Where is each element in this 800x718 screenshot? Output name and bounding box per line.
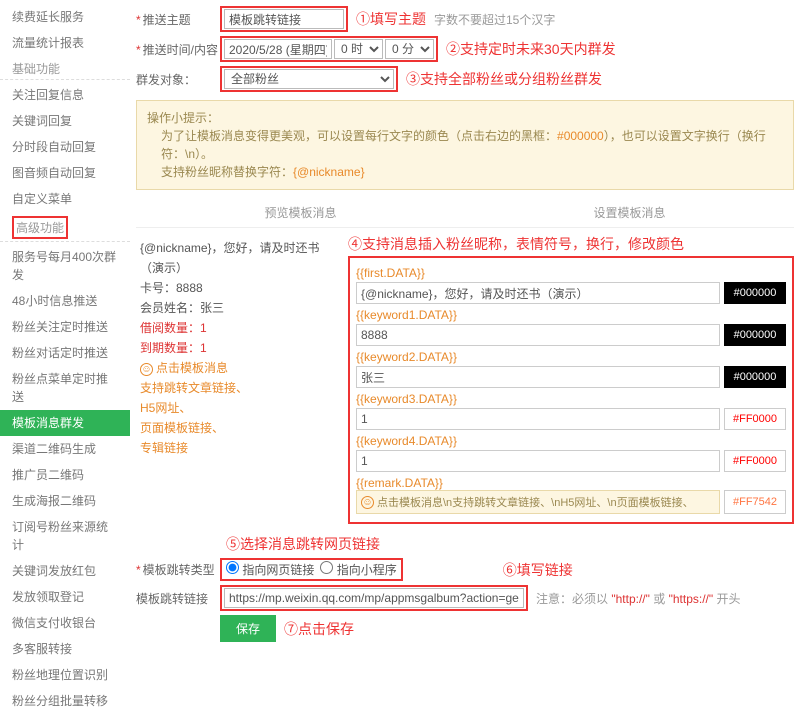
- field-value-input[interactable]: [356, 366, 720, 388]
- subject-hint: 字数不要超过15个汉字: [434, 11, 555, 28]
- jump-url-label: 模板跳转链接: [136, 590, 220, 607]
- jump-url-input[interactable]: [224, 588, 524, 608]
- save-button[interactable]: 保存: [220, 615, 276, 642]
- hour-select[interactable]: 0 时: [334, 39, 383, 59]
- annotation-6: ⑥填写链接: [503, 560, 573, 580]
- fields-panel: {{first.DATA}} {{keyword1.DATA}} {{keyword…: [348, 256, 794, 524]
- preview-link[interactable]: 专辑链接: [140, 438, 332, 458]
- sidebar-item[interactable]: 微信支付收银台: [0, 610, 130, 636]
- field-value-input[interactable]: [356, 408, 720, 430]
- preview-line: 会员姓名：张三: [140, 298, 332, 318]
- subject-input[interactable]: [224, 9, 344, 29]
- subject-label: *推送主题: [136, 11, 220, 28]
- preview-line: {@nickname}，您好，请及时还书（演示）: [140, 238, 332, 278]
- color-input[interactable]: [724, 408, 786, 430]
- sidebar-item[interactable]: 粉丝对话定时推送: [0, 340, 130, 366]
- field-name: {{keyword1.DATA}}: [356, 308, 786, 322]
- annotation-7: ⑦点击保存: [284, 619, 354, 639]
- field-value-input[interactable]: [356, 282, 720, 304]
- radio-webpage[interactable]: 指向网页链接: [226, 561, 314, 578]
- color-input[interactable]: [724, 490, 786, 514]
- sidebar-item[interactable]: 服务号每月400次群发: [0, 244, 130, 288]
- sidebar-item[interactable]: 多客服转接: [0, 636, 130, 662]
- color-input[interactable]: [724, 324, 786, 346]
- sidebar-item[interactable]: 粉丝点菜单定时推送: [0, 366, 130, 410]
- annotation-2: ②支持定时未来30天内群发: [446, 39, 616, 59]
- target-select[interactable]: 全部粉丝: [224, 69, 394, 89]
- field-value-input[interactable]: [356, 324, 720, 346]
- sidebar-item[interactable]: 自定义菜单: [0, 186, 130, 212]
- annotation-3: ③支持全部粉丝或分组粉丝群发: [406, 69, 602, 89]
- field-name: {{remark.DATA}}: [356, 476, 786, 490]
- sidebar-item[interactable]: 渠道二维码生成: [0, 436, 130, 462]
- sidebar-item[interactable]: 粉丝分组批量转移: [0, 688, 130, 714]
- tips-title: 操作小提示：: [147, 109, 783, 127]
- sidebar-item[interactable]: 图音频自动回复: [0, 160, 130, 186]
- sidebar-item[interactable]: 粉丝地理位置识别: [0, 662, 130, 688]
- boxed-title: 高级功能: [12, 216, 68, 239]
- annotation-4: ④支持消息插入粉丝昵称，表情符号，换行，修改颜色: [348, 234, 794, 254]
- sidebar-item[interactable]: 流量统计报表: [0, 30, 130, 56]
- tab-settings[interactable]: 设置模板消息: [465, 198, 794, 227]
- sidebar-item[interactable]: 48小时信息推送: [0, 288, 130, 314]
- radio-miniprogram[interactable]: 指向小程序: [320, 561, 396, 578]
- sidebar-item[interactable]: 发放领取登记: [0, 584, 130, 610]
- smiley-icon: ☺: [361, 496, 374, 509]
- preview-line: 卡号：8888: [140, 278, 332, 298]
- sidebar-item[interactable]: 关键词发放红包: [0, 558, 130, 584]
- preview-link[interactable]: 支持跳转文章链接、: [140, 378, 332, 398]
- color-input[interactable]: [724, 282, 786, 304]
- color-input[interactable]: [724, 366, 786, 388]
- field-name: {{first.DATA}}: [356, 266, 786, 280]
- minute-select[interactable]: 0 分: [385, 39, 434, 59]
- field-value-input[interactable]: [356, 450, 720, 472]
- tabs: 预览模板消息 设置模板消息: [136, 198, 794, 228]
- sidebar-group-advanced: 高级功能: [0, 212, 130, 242]
- preview-line: 借阅数量：1: [140, 318, 332, 338]
- smiley-icon: ☺: [140, 363, 153, 376]
- annotation-5: ⑤选择消息跳转网页链接: [226, 534, 794, 554]
- sidebar-item[interactable]: 粉丝关注定时推送: [0, 314, 130, 340]
- annotation-1: ①填写主题: [356, 9, 426, 29]
- preview-line: 到期数量：1: [140, 338, 332, 358]
- field-name: {{keyword2.DATA}}: [356, 350, 786, 364]
- jump-type-label: *模板跳转类型: [136, 561, 220, 578]
- sidebar-item-template-mass[interactable]: 模板消息群发: [0, 410, 130, 436]
- url-hint: 注意：必须以 "http://" 或 "https://" 开头: [536, 590, 741, 607]
- sidebar-item[interactable]: 续费延长服务: [0, 4, 130, 30]
- target-label: 群发对象：: [136, 71, 220, 88]
- time-label: *推送时间/内容: [136, 41, 220, 58]
- field-name: {{keyword4.DATA}}: [356, 434, 786, 448]
- field-name: {{keyword3.DATA}}: [356, 392, 786, 406]
- tab-preview[interactable]: 预览模板消息: [136, 198, 465, 227]
- sidebar-item[interactable]: 分时段自动回复: [0, 134, 130, 160]
- sidebar-group-basic: 基础功能: [0, 56, 130, 80]
- preview-link[interactable]: 页面模板链接、: [140, 418, 332, 438]
- color-input[interactable]: [724, 450, 786, 472]
- preview-link[interactable]: 点击模板消息: [156, 361, 228, 375]
- sidebar-item[interactable]: 关注回复信息: [0, 82, 130, 108]
- main-panel: *推送主题 ①填写主题 字数不要超过15个汉字 *推送时间/内容 0 时 0 分…: [130, 0, 800, 718]
- remark-value: ☺点击模板消息\n支持跳转文章链接、\nH5网址、\n页面模板链接、: [356, 490, 720, 514]
- sidebar: 续费延长服务 流量统计报表 基础功能 关注回复信息 关键词回复 分时段自动回复 …: [0, 0, 130, 718]
- tips-box: 操作小提示： 为了让模板消息变得更美观，可以设置每行文字的颜色（点击右边的黑框：…: [136, 100, 794, 190]
- sidebar-item[interactable]: 生成海报二维码: [0, 488, 130, 514]
- date-input[interactable]: [224, 39, 332, 59]
- sidebar-item[interactable]: 关键词回复: [0, 108, 130, 134]
- preview-link[interactable]: H5网址、: [140, 398, 332, 418]
- sidebar-item[interactable]: 推广员二维码: [0, 462, 130, 488]
- sidebar-item[interactable]: 订阅号粉丝来源统计: [0, 514, 130, 558]
- preview-panel: {@nickname}，您好，请及时还书（演示） 卡号：8888 会员姓名：张三…: [136, 234, 336, 524]
